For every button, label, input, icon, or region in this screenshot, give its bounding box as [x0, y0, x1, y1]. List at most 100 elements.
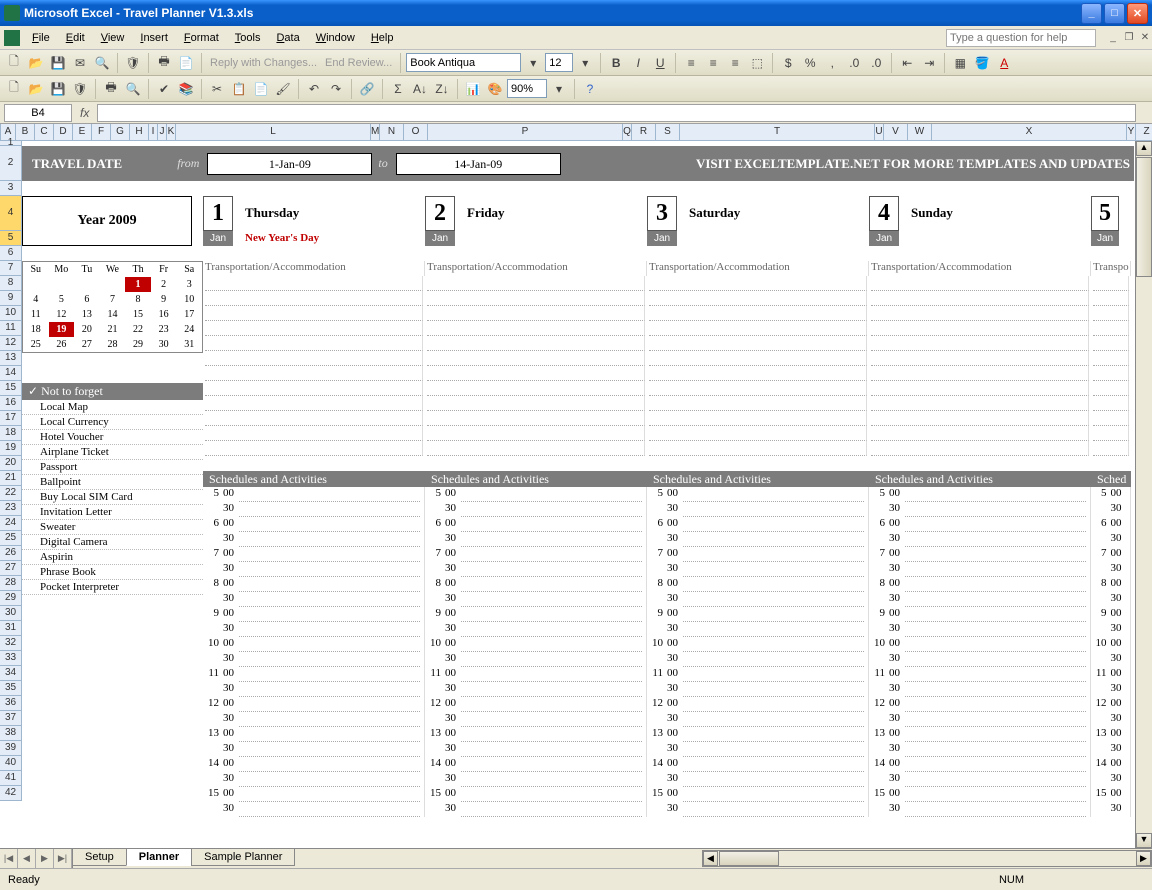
input-line[interactable] — [427, 411, 645, 426]
col-header[interactable]: L — [176, 124, 371, 140]
input-line[interactable] — [683, 547, 864, 562]
row-header[interactable]: 26 — [0, 546, 22, 561]
input-line[interactable] — [239, 682, 420, 697]
cal-day[interactable]: 8 — [125, 292, 151, 307]
row-header[interactable]: 5 — [0, 231, 22, 246]
col-header[interactable]: C — [35, 124, 54, 140]
cal-day[interactable]: 24 — [176, 322, 202, 337]
input-line[interactable] — [427, 381, 645, 396]
input-line[interactable] — [1093, 321, 1129, 336]
align-left-icon[interactable]: ≡ — [681, 53, 701, 73]
col-header[interactable]: S — [656, 124, 680, 140]
cal-day[interactable]: 13 — [74, 307, 100, 322]
ntf-item[interactable]: Local Currency — [22, 415, 203, 430]
new-icon[interactable]: 🗋 — [4, 53, 24, 73]
cal-day[interactable]: 3 — [176, 277, 202, 292]
input-line[interactable] — [239, 592, 420, 607]
cal-day[interactable]: 23 — [151, 322, 177, 337]
row-header[interactable]: 23 — [0, 501, 22, 516]
cal-day[interactable] — [100, 277, 126, 292]
input-line[interactable] — [461, 577, 642, 592]
input-line[interactable] — [905, 547, 1086, 562]
chart-icon[interactable]: 📊 — [463, 79, 483, 99]
input-line[interactable] — [1093, 411, 1129, 426]
comma-icon[interactable]: , — [822, 53, 842, 73]
input-line[interactable] — [649, 441, 867, 456]
input-line[interactable] — [905, 727, 1086, 742]
col-header[interactable]: H — [130, 124, 149, 140]
undo-icon[interactable]: ↶ — [304, 79, 324, 99]
save-icon[interactable]: 💾 — [48, 79, 68, 99]
input-line[interactable] — [649, 411, 867, 426]
new-icon[interactable]: 🗋 — [4, 79, 24, 99]
col-header[interactable]: K — [167, 124, 176, 140]
scroll-up-icon[interactable]: ▲ — [1136, 141, 1152, 156]
cal-day[interactable]: 14 — [100, 307, 126, 322]
inc-decimal-icon[interactable]: .0 — [844, 53, 864, 73]
row-header[interactable]: 16 — [0, 396, 22, 411]
input-line[interactable] — [683, 667, 864, 682]
search-icon[interactable]: 🔍 — [92, 53, 112, 73]
input-line[interactable] — [1093, 426, 1129, 441]
underline-icon[interactable]: U — [650, 53, 670, 73]
row-header[interactable]: 40 — [0, 756, 22, 771]
spell-icon[interactable]: ✔ — [154, 79, 174, 99]
input-line[interactable] — [461, 652, 642, 667]
input-line[interactable] — [239, 532, 420, 547]
cal-day[interactable]: 25 — [23, 337, 49, 352]
input-line[interactable] — [239, 697, 420, 712]
cal-day[interactable]: 28 — [100, 337, 126, 352]
cal-day[interactable]: 15 — [125, 307, 151, 322]
fill-color-icon[interactable]: 🪣 — [972, 53, 992, 73]
input-line[interactable] — [871, 321, 1089, 336]
input-line[interactable] — [461, 667, 642, 682]
row-header[interactable]: 39 — [0, 741, 22, 756]
paste-icon[interactable]: 📄 — [251, 79, 271, 99]
input-line[interactable] — [461, 742, 642, 757]
input-line[interactable] — [871, 306, 1089, 321]
vertical-scrollbar[interactable]: ▲ ▼ — [1135, 141, 1152, 848]
input-line[interactable] — [461, 802, 642, 817]
col-header[interactable]: Y — [1127, 124, 1136, 140]
close-button[interactable]: ✕ — [1127, 3, 1148, 24]
research-icon[interactable]: 📚 — [176, 79, 196, 99]
input-line[interactable] — [871, 276, 1089, 291]
ntf-item[interactable]: Airplane Ticket — [22, 445, 203, 460]
sheet-tab[interactable]: Sample Planner — [191, 849, 295, 866]
input-line[interactable] — [239, 727, 420, 742]
row-header[interactable]: 19 — [0, 441, 22, 456]
input-line[interactable] — [205, 441, 423, 456]
input-line[interactable] — [649, 291, 867, 306]
cal-day[interactable]: 20 — [74, 322, 100, 337]
row-header[interactable]: 13 — [0, 351, 22, 366]
row-header[interactable]: 21 — [0, 471, 22, 486]
input-line[interactable] — [905, 532, 1086, 547]
input-line[interactable] — [427, 396, 645, 411]
input-line[interactable] — [871, 396, 1089, 411]
dropdown-icon[interactable]: ▾ — [523, 53, 543, 73]
input-line[interactable] — [239, 802, 420, 817]
col-header[interactable]: Z — [1136, 124, 1152, 140]
sort-asc-icon[interactable]: A↓ — [410, 79, 430, 99]
col-header[interactable]: I — [149, 124, 158, 140]
col-header[interactable]: Q — [623, 124, 632, 140]
input-line[interactable] — [205, 396, 423, 411]
row-header[interactable]: 25 — [0, 531, 22, 546]
input-line[interactable] — [683, 697, 864, 712]
input-line[interactable] — [905, 517, 1086, 532]
input-line[interactable] — [905, 697, 1086, 712]
row-header[interactable]: 15 — [0, 381, 22, 396]
redo-icon[interactable]: ↷ — [326, 79, 346, 99]
cal-day[interactable] — [74, 277, 100, 292]
dec-decimal-icon[interactable]: .0 — [866, 53, 886, 73]
input-line[interactable] — [239, 562, 420, 577]
input-line[interactable] — [461, 787, 642, 802]
menu-tools[interactable]: Tools — [227, 29, 269, 47]
input-line[interactable] — [683, 652, 864, 667]
input-line[interactable] — [205, 336, 423, 351]
font-size-input[interactable] — [545, 53, 573, 72]
input-line[interactable] — [905, 742, 1086, 757]
col-header[interactable]: W — [908, 124, 932, 140]
input-line[interactable] — [905, 772, 1086, 787]
input-line[interactable] — [683, 592, 864, 607]
